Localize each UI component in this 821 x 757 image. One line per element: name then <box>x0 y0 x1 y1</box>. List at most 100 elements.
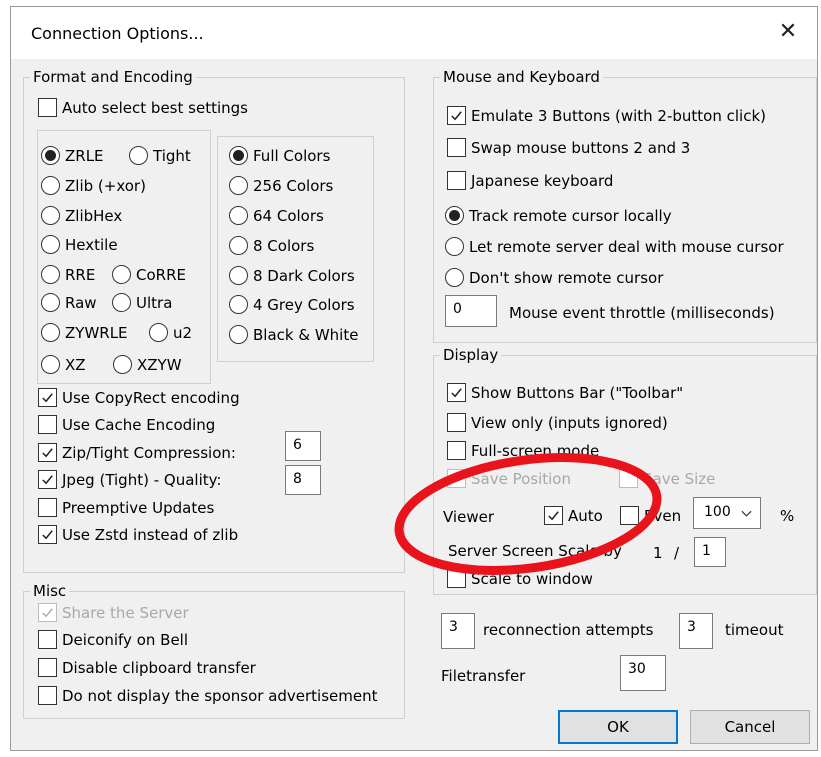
radio-full-colors[interactable]: Full Colors <box>229 146 330 165</box>
radio-circle[interactable] <box>112 293 131 312</box>
checkbox-box[interactable] <box>38 686 57 705</box>
radio-circle[interactable] <box>229 266 248 285</box>
auto-select-checkbox[interactable]: Auto select best settings <box>38 98 248 117</box>
radio-let-remote[interactable]: Let remote server deal with mouse cursor <box>445 237 815 256</box>
radio-circle[interactable] <box>41 355 60 374</box>
zstd-checkbox[interactable]: Use Zstd instead of zlib <box>38 525 238 544</box>
radio-circle[interactable] <box>41 146 60 165</box>
scale-to-window-checkbox[interactable]: Scale to window <box>447 569 593 588</box>
no-sponsor-checkbox[interactable]: Do not display the sponsor advertisement <box>38 686 378 705</box>
swap-buttons-checkbox[interactable]: Swap mouse buttons 2 and 3 <box>447 138 690 157</box>
radio-circle[interactable] <box>229 146 248 165</box>
save-size-checkbox[interactable]: Save Size <box>619 469 715 488</box>
radio-zlibhex[interactable]: ZlibHex <box>41 206 122 225</box>
radio-xz[interactable]: XZ <box>41 355 86 374</box>
close-icon[interactable]: ✕ <box>773 17 803 47</box>
cancel-button[interactable]: Cancel <box>690 710 810 744</box>
radio-circle[interactable] <box>445 237 464 256</box>
radio-corre[interactable]: CoRRE <box>112 265 186 284</box>
checkbox-box[interactable] <box>447 383 466 402</box>
radio-circle[interactable] <box>229 206 248 225</box>
radio-dont-show[interactable]: Don't show remote cursor <box>445 268 663 287</box>
zip-tight-checkbox[interactable]: Zip/Tight Compression: <box>38 443 236 462</box>
japanese-keyboard-checkbox[interactable]: Japanese keyboard <box>447 171 613 190</box>
auto-scale-checkbox[interactable]: Auto <box>544 506 603 525</box>
checkbox-box[interactable] <box>447 569 466 588</box>
radio-circle[interactable] <box>112 265 131 284</box>
radio-circle[interactable] <box>229 176 248 195</box>
view-only-checkbox[interactable]: View only (inputs ignored) <box>447 413 668 432</box>
radio-raw[interactable]: Raw <box>41 293 97 312</box>
checkbox-box[interactable] <box>38 470 57 489</box>
show-toolbar-checkbox[interactable]: Show Buttons Bar ("Toolbar" <box>447 383 683 402</box>
checkbox-box[interactable] <box>38 630 57 649</box>
radio-circle[interactable] <box>41 235 60 254</box>
radio-circle[interactable] <box>229 236 248 255</box>
checkbox-box[interactable] <box>38 525 57 544</box>
radio-circle[interactable] <box>229 295 248 314</box>
radio-hextile[interactable]: Hextile <box>41 235 118 254</box>
radio-circle[interactable] <box>149 323 168 342</box>
server-scale-denominator-input[interactable]: 1 <box>694 537 726 567</box>
radio-xzyw[interactable]: XZYW <box>113 355 182 374</box>
checkbox-box[interactable] <box>447 413 466 432</box>
radio-zrle[interactable]: ZRLE <box>41 146 104 165</box>
even-scale-checkbox[interactable]: Even <box>620 506 681 525</box>
radio-circle[interactable] <box>129 146 148 165</box>
radio-256-colors[interactable]: 256 Colors <box>229 176 333 195</box>
use-cache-checkbox[interactable]: Use Cache Encoding <box>38 415 215 434</box>
reconnect-timeout-input[interactable]: 3 <box>679 613 713 649</box>
radio-u2[interactable]: u2 <box>149 323 192 342</box>
radio-circle[interactable] <box>445 268 464 287</box>
checkbox-box[interactable] <box>38 443 57 462</box>
checkbox-box[interactable] <box>619 469 638 488</box>
jpeg-quality-input[interactable]: 8 <box>285 465 321 495</box>
radio-4-grey-colors[interactable]: 4 Grey Colors <box>229 295 355 314</box>
radio-circle[interactable] <box>41 265 60 284</box>
checkbox-box[interactable] <box>620 506 639 525</box>
fullscreen-checkbox[interactable]: Full-screen mode <box>447 441 599 460</box>
radio-8-colors[interactable]: 8 Colors <box>229 236 314 255</box>
radio-tight[interactable]: Tight <box>129 146 191 165</box>
radio-8-dark-colors[interactable]: 8 Dark Colors <box>229 266 355 285</box>
radio-circle[interactable] <box>41 176 60 195</box>
checkbox-box[interactable] <box>447 138 466 157</box>
radio-circle[interactable] <box>113 355 132 374</box>
share-server-checkbox[interactable]: Share the Server <box>38 603 189 622</box>
zip-level-input[interactable]: 6 <box>285 431 321 461</box>
radio-rre[interactable]: RRE <box>41 265 95 284</box>
mouse-throttle-input[interactable]: 0 <box>445 295 497 327</box>
radio-64-colors[interactable]: 64 Colors <box>229 206 324 225</box>
reconnect-attempts-input[interactable]: 3 <box>441 613 475 649</box>
ok-button[interactable]: OK <box>558 710 678 744</box>
radio-circle[interactable] <box>41 293 60 312</box>
checkbox-box[interactable] <box>447 469 466 488</box>
checkbox-box[interactable] <box>447 106 466 125</box>
zoom-select[interactable]: 100 <box>693 497 761 529</box>
disable-clipboard-checkbox[interactable]: Disable clipboard transfer <box>38 658 256 677</box>
checkbox-box[interactable] <box>447 171 466 190</box>
radio-zlib[interactable]: Zlib (+xor) <box>41 176 146 195</box>
checkbox-box[interactable] <box>38 498 57 517</box>
radio-circle[interactable] <box>41 323 60 342</box>
checkbox-box[interactable] <box>38 658 57 677</box>
checkbox-box[interactable] <box>38 98 57 117</box>
radio-circle[interactable] <box>445 206 464 225</box>
radio-circle[interactable] <box>41 206 60 225</box>
deiconify-checkbox[interactable]: Deiconify on Bell <box>38 630 188 649</box>
preemptive-checkbox[interactable]: Preemptive Updates <box>38 498 214 517</box>
checkbox-box[interactable] <box>38 415 57 434</box>
filetransfer-input[interactable]: 30 <box>620 655 666 691</box>
radio-track-local[interactable]: Track remote cursor locally <box>445 206 672 225</box>
radio-black-white[interactable]: Black & White <box>229 325 358 344</box>
radio-circle[interactable] <box>229 325 248 344</box>
checkbox-box[interactable] <box>38 603 57 622</box>
save-position-checkbox[interactable]: Save Position <box>447 469 571 488</box>
radio-zywrle[interactable]: ZYWRLE <box>41 323 128 342</box>
emulate-3-buttons-checkbox[interactable]: Emulate 3 Buttons (with 2-button click) <box>447 106 766 125</box>
checkbox-box[interactable] <box>447 441 466 460</box>
use-copyrect-checkbox[interactable]: Use CopyRect encoding <box>38 388 240 407</box>
radio-ultra[interactable]: Ultra <box>112 293 172 312</box>
checkbox-box[interactable] <box>38 388 57 407</box>
jpeg-quality-checkbox[interactable]: Jpeg (Tight) - Quality: <box>38 470 221 489</box>
